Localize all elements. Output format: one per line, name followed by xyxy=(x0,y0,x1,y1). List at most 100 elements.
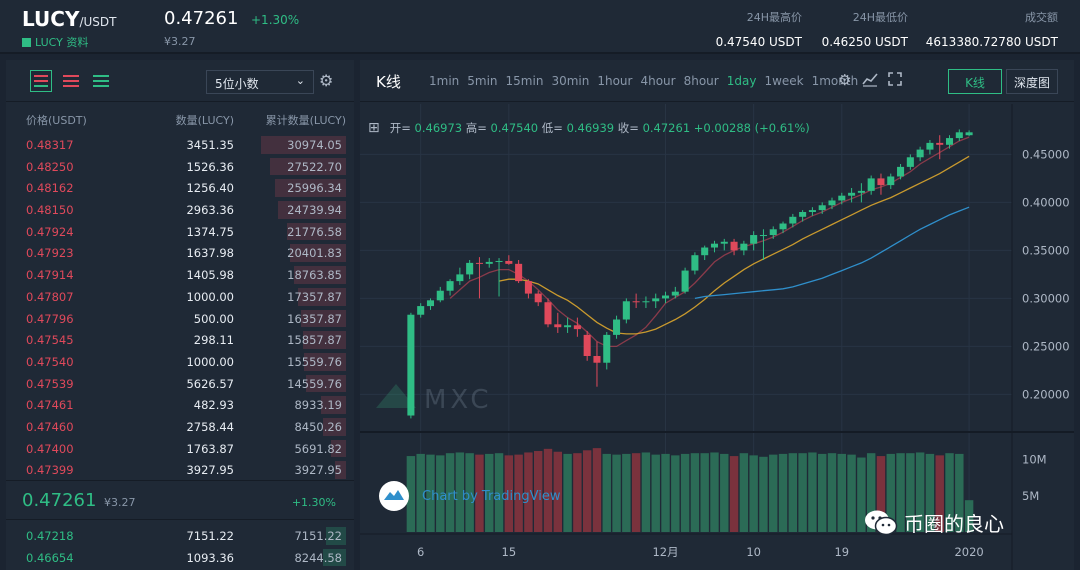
ohlc-low-label: 低= xyxy=(541,121,563,135)
time-tick-label: 2020 xyxy=(954,545,983,559)
candle-body xyxy=(652,298,660,302)
price-tick-label: 0.20000 xyxy=(1022,387,1070,401)
ask-price: 0.47807 xyxy=(26,289,74,304)
ohlc-close-label: 收= xyxy=(617,121,639,135)
candle-body xyxy=(593,356,601,363)
candle-body xyxy=(524,281,532,294)
ask-row[interactable]: 0.48250 1526.36 27522.70 xyxy=(6,156,354,178)
ohlc-low: 0.46939 xyxy=(566,121,615,135)
ask-row[interactable]: 0.47461 482.93 8933.19 xyxy=(6,394,354,416)
column-total: 累计数量(LUCY) xyxy=(265,114,346,127)
decimal-select[interactable]: 5位小数 ⌄ xyxy=(206,70,314,94)
candle-body xyxy=(759,235,767,237)
wechat-watermark: 币圈的良心 xyxy=(864,508,1004,537)
candle-body xyxy=(446,281,454,291)
ask-price: 0.47545 xyxy=(26,333,74,348)
ask-row[interactable]: 0.47399 3927.95 3927.95 xyxy=(6,459,354,481)
tradingview-label: Chart by TradingView xyxy=(422,489,561,504)
ask-row[interactable]: 0.47540 1000.00 15559.76 xyxy=(6,351,354,373)
volume-bar xyxy=(808,452,817,532)
ask-row[interactable]: 0.48150 2963.36 24739.94 xyxy=(6,199,354,221)
tab-interval-1hour[interactable]: 1hour xyxy=(597,74,632,88)
ask-price: 0.47400 xyxy=(26,441,74,456)
candle-body xyxy=(642,301,650,303)
candle-body xyxy=(495,260,503,262)
view-bids-button[interactable] xyxy=(90,70,112,92)
indicator-icon-graphic xyxy=(862,73,878,87)
candle-body xyxy=(681,270,689,292)
volume-bar xyxy=(612,454,621,532)
candle-body xyxy=(436,290,444,301)
view-both-button[interactable] xyxy=(30,70,52,92)
stat-value: 0.46250 USDT xyxy=(821,35,908,49)
candle xyxy=(544,298,552,328)
order-book-mid: 0.47261 ¥3.27 +1.30% xyxy=(6,480,354,520)
ask-row[interactable]: 0.47924 1374.75 21776.58 xyxy=(6,221,354,243)
ask-row[interactable]: 0.47923 1637.98 20401.83 xyxy=(6,242,354,264)
candle-body xyxy=(701,247,709,256)
indicator-icon[interactable] xyxy=(862,71,878,91)
pair-name[interactable]: LUCY/USDT xyxy=(22,7,116,31)
candle-body xyxy=(799,212,807,217)
ask-row[interactable]: 0.47914 1405.98 18763.85 xyxy=(6,264,354,286)
bid-line-icon xyxy=(34,85,48,87)
ask-row[interactable]: 0.47460 2758.44 8450.26 xyxy=(6,416,354,438)
volume-bar xyxy=(798,453,807,532)
ask-row[interactable]: 0.47807 1000.00 17357.87 xyxy=(6,286,354,308)
candle-body xyxy=(955,132,963,139)
view-asks-button[interactable] xyxy=(60,70,82,92)
candle-body xyxy=(848,192,856,196)
tab-interval-4hour[interactable]: 4hour xyxy=(640,74,675,88)
ask-price: 0.47914 xyxy=(26,268,74,283)
legend-toggle-icon[interactable]: ⊞ xyxy=(368,120,380,136)
ohlc-high-label: 高= xyxy=(465,121,487,135)
gear-icon[interactable]: ⚙ xyxy=(319,71,333,90)
chart-panel: K线 1min 5min 15min 30min 1hour 4hour 8hour 1day… xyxy=(360,60,1074,570)
volume-bar xyxy=(631,453,641,532)
pair-base: LUCY xyxy=(22,7,80,31)
ask-price: 0.47461 xyxy=(26,398,74,413)
ask-row[interactable]: 0.48162 1256.40 25996.34 xyxy=(6,177,354,199)
ask-price: 0.47539 xyxy=(26,376,74,391)
candlestick-chart[interactable]: MXC 0.20000 0.25000 0.30000 0.35000 0.40000 0… xyxy=(360,104,1074,570)
volume-tick-label: 10M xyxy=(1022,453,1047,467)
candle-body xyxy=(485,261,493,264)
candle-body xyxy=(789,216,797,224)
coin-info-link[interactable]: LUCY 资料 xyxy=(22,34,88,50)
ask-row[interactable]: 0.47539 5626.57 14559.76 xyxy=(6,373,354,395)
chart-settings-gear-icon[interactable]: ⚙ xyxy=(838,71,851,89)
ask-price: 0.47923 xyxy=(26,246,74,261)
fullscreen-icon[interactable] xyxy=(887,71,903,91)
tab-interval-1day[interactable]: 1day xyxy=(727,74,757,88)
tab-interval-1week[interactable]: 1week xyxy=(764,74,803,88)
ask-total: 5691.82 xyxy=(294,441,342,456)
bid-qty: 1093.36 xyxy=(186,550,234,565)
tab-interval-30min[interactable]: 30min xyxy=(551,74,589,88)
depth-view-button[interactable]: 深度图 xyxy=(1006,69,1058,94)
candle-body xyxy=(926,142,934,150)
bid-row[interactable]: 0.46654 1093.36 8244.58 xyxy=(6,547,354,569)
kline-view-button[interactable]: K线 xyxy=(948,69,1002,94)
candle-body xyxy=(906,157,914,167)
column-qty: 数量(LUCY) xyxy=(175,114,234,127)
candle-body xyxy=(573,325,581,330)
volume-bar xyxy=(573,453,582,532)
tab-interval-8hour[interactable]: 8hour xyxy=(684,74,719,88)
ask-row[interactable]: 0.47796 500.00 16357.87 xyxy=(6,308,354,330)
ask-row[interactable]: 0.47400 1763.87 5691.82 xyxy=(6,438,354,460)
tab-interval-5min[interactable]: 5min xyxy=(467,74,497,88)
bid-row[interactable]: 0.47218 7151.22 7151.22 xyxy=(6,525,354,547)
ask-qty: 2758.44 xyxy=(186,419,234,434)
volume-bar xyxy=(749,455,758,532)
order-book: 5位小数 ⌄ ⚙ 价格(USDT) 数量(LUCY) 累计数量(LUCY) 0.… xyxy=(6,60,354,570)
price-tick-label: 0.35000 xyxy=(1022,243,1070,257)
candle-body xyxy=(916,149,924,158)
tab-interval-15min[interactable]: 15min xyxy=(506,74,544,88)
stat-24h-high: 24H最高价 0.47540 USDT xyxy=(716,9,802,49)
tab-interval-1min[interactable]: 1min xyxy=(429,74,459,88)
ask-row[interactable]: 0.47545 298.11 15857.87 xyxy=(6,329,354,351)
ask-row[interactable]: 0.48317 3451.35 30974.05 xyxy=(6,134,354,156)
interval-tabs: 1min 5min 15min 30min 1hour 4hour 8hour 1day 1we… xyxy=(429,74,858,88)
volume-bar xyxy=(837,453,847,532)
ask-total: 24739.94 xyxy=(287,203,342,218)
